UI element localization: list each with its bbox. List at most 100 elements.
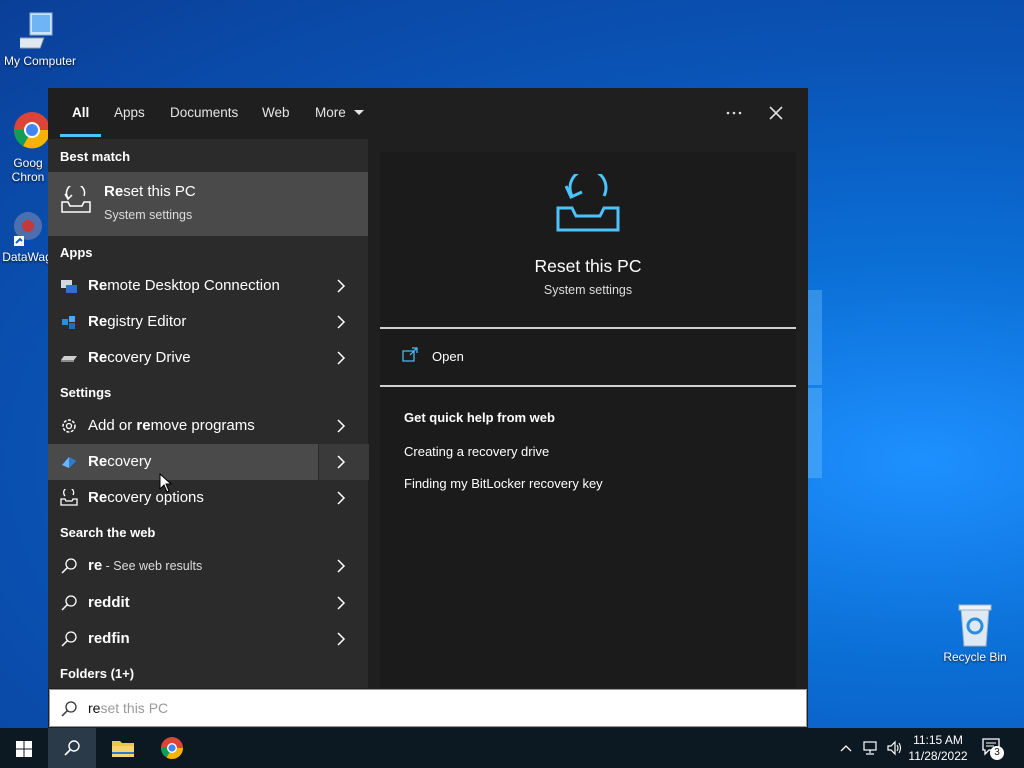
result-web-redfin[interactable]: redfin bbox=[48, 621, 368, 657]
best-match-heading: Best match bbox=[60, 149, 131, 164]
result-label: reddit bbox=[88, 594, 130, 611]
desktop-icon-datawag[interactable]: DataWag bbox=[0, 206, 52, 264]
computer-icon bbox=[20, 10, 60, 52]
folder-icon bbox=[112, 741, 134, 757]
windows-logo-icon bbox=[16, 741, 32, 757]
show-hidden-icons-button[interactable] bbox=[838, 740, 854, 756]
best-match-subtitle: System settings bbox=[104, 208, 193, 222]
caret-down-icon bbox=[353, 110, 364, 115]
recovery-icon bbox=[60, 453, 78, 471]
search-icon bbox=[60, 557, 78, 575]
volume-icon bbox=[887, 740, 902, 756]
search-icon bbox=[60, 594, 78, 612]
recovery-options-icon bbox=[60, 489, 78, 507]
result-recovery-drive[interactable]: Recovery Drive bbox=[48, 340, 368, 376]
volume-button[interactable] bbox=[886, 740, 904, 756]
tab-apps[interactable]: Apps bbox=[114, 105, 145, 120]
active-tab-indicator bbox=[60, 134, 101, 137]
preview-pane: Reset this PC System settings Open Get q… bbox=[380, 152, 796, 688]
open-button[interactable]: Open bbox=[402, 347, 602, 369]
result-web-re[interactable]: re - See web results bbox=[48, 548, 368, 584]
ellipsis-icon bbox=[726, 111, 742, 115]
preview-title: Reset this PC bbox=[534, 256, 642, 276]
result-label: Remote Desktop Connection bbox=[88, 277, 280, 294]
desktop-icon-label: Recycle Bin bbox=[943, 650, 1007, 664]
wallpaper-beam bbox=[808, 388, 822, 478]
preview-subtitle: System settings bbox=[543, 283, 633, 297]
result-registry-editor[interactable]: Registry Editor bbox=[48, 304, 368, 340]
search-box[interactable]: reset this PC bbox=[49, 689, 807, 727]
result-add-or-remove-programs[interactable]: Add or remove programs bbox=[48, 408, 368, 444]
taskbar-file-explorer[interactable] bbox=[98, 728, 146, 768]
search-input[interactable]: reset this PC bbox=[88, 700, 168, 716]
chrome-icon bbox=[10, 106, 50, 154]
tab-more-label: More bbox=[315, 105, 346, 120]
result-recovery-options[interactable]: Recovery options bbox=[48, 480, 368, 516]
best-match-title: Reset this PC bbox=[104, 183, 196, 200]
reset-icon bbox=[60, 186, 92, 214]
tab-documents[interactable]: Documents bbox=[170, 105, 238, 120]
chevron-right-icon[interactable] bbox=[334, 453, 348, 471]
desktop-icon-label: My Computer bbox=[3, 54, 77, 68]
help-link-bitlocker-key[interactable]: Finding my BitLocker recovery key bbox=[404, 476, 603, 491]
chevron-right-icon[interactable] bbox=[334, 489, 348, 507]
chevron-right-icon[interactable] bbox=[334, 313, 348, 331]
chevron-right-icon[interactable] bbox=[334, 277, 348, 295]
close-icon bbox=[769, 106, 783, 120]
best-match-reset-this-pc[interactable]: Reset this PC System settings bbox=[48, 172, 368, 236]
recycle-bin-icon bbox=[955, 602, 995, 648]
search-completion-text: set this PC bbox=[100, 700, 169, 716]
search-icon bbox=[60, 630, 78, 648]
divider bbox=[380, 327, 796, 329]
desktop-icon-recycle-bin[interactable]: Recycle Bin bbox=[935, 602, 1015, 664]
datawag-icon bbox=[10, 206, 46, 248]
divider bbox=[380, 385, 796, 387]
search-icon bbox=[61, 701, 77, 717]
taskbar-search-button[interactable] bbox=[48, 728, 96, 768]
result-recovery[interactable]: Recovery bbox=[48, 444, 369, 480]
result-label: Registry Editor bbox=[88, 313, 187, 330]
taskbar-chrome[interactable] bbox=[148, 728, 196, 768]
taskbar: 11:15 AM 11/28/2022 3 bbox=[0, 728, 1024, 768]
desktop-icon-label: DataWag bbox=[2, 250, 52, 264]
quick-help-heading: Get quick help from web bbox=[404, 410, 555, 425]
result-remote-desktop-connection[interactable]: Remote Desktop Connection bbox=[48, 268, 368, 304]
help-link-recovery-drive[interactable]: Creating a recovery drive bbox=[404, 444, 549, 459]
tab-all[interactable]: All bbox=[72, 105, 89, 120]
chevron-right-icon[interactable] bbox=[334, 417, 348, 435]
tab-web[interactable]: Web bbox=[262, 105, 290, 120]
search-typed-text: re bbox=[88, 700, 101, 716]
mouse-cursor bbox=[159, 473, 173, 493]
results-list: Best match Reset this PC System settings… bbox=[48, 139, 369, 688]
chevron-right-icon[interactable] bbox=[334, 349, 348, 367]
result-label: redfin bbox=[88, 630, 130, 647]
action-center-button[interactable]: 3 bbox=[980, 736, 1010, 762]
chevron-right-icon[interactable] bbox=[334, 594, 348, 612]
tab-more[interactable]: More bbox=[315, 105, 364, 120]
chevron-right-icon[interactable] bbox=[334, 630, 348, 648]
clock[interactable]: 11:15 AM 11/28/2022 bbox=[906, 732, 970, 764]
folders-heading[interactable]: Folders (1+) bbox=[60, 666, 134, 681]
registry-editor-icon bbox=[60, 313, 78, 331]
apps-heading: Apps bbox=[60, 245, 93, 260]
close-button[interactable] bbox=[760, 98, 792, 128]
chrome-icon bbox=[161, 737, 183, 759]
result-label: Recovery options bbox=[88, 489, 204, 506]
recovery-drive-icon bbox=[60, 349, 78, 367]
result-web-reddit[interactable]: reddit bbox=[48, 585, 368, 621]
search-icon bbox=[64, 740, 80, 756]
open-icon bbox=[402, 347, 418, 362]
clock-date: 11/28/2022 bbox=[908, 749, 968, 763]
search-web-heading: Search the web bbox=[60, 525, 156, 540]
desktop-icon-my-computer[interactable]: My Computer bbox=[0, 10, 80, 68]
more-options-button[interactable] bbox=[718, 98, 750, 128]
chevron-right-icon[interactable] bbox=[334, 557, 348, 575]
network-status-button[interactable] bbox=[862, 740, 880, 756]
start-button[interactable] bbox=[0, 728, 48, 768]
open-label: Open bbox=[432, 349, 464, 364]
notification-count-badge: 3 bbox=[990, 746, 1004, 760]
gear-icon bbox=[60, 417, 78, 435]
result-label: Recovery Drive bbox=[88, 349, 191, 366]
result-label: re - See web results bbox=[88, 557, 203, 574]
result-label: Add or remove programs bbox=[88, 417, 255, 434]
